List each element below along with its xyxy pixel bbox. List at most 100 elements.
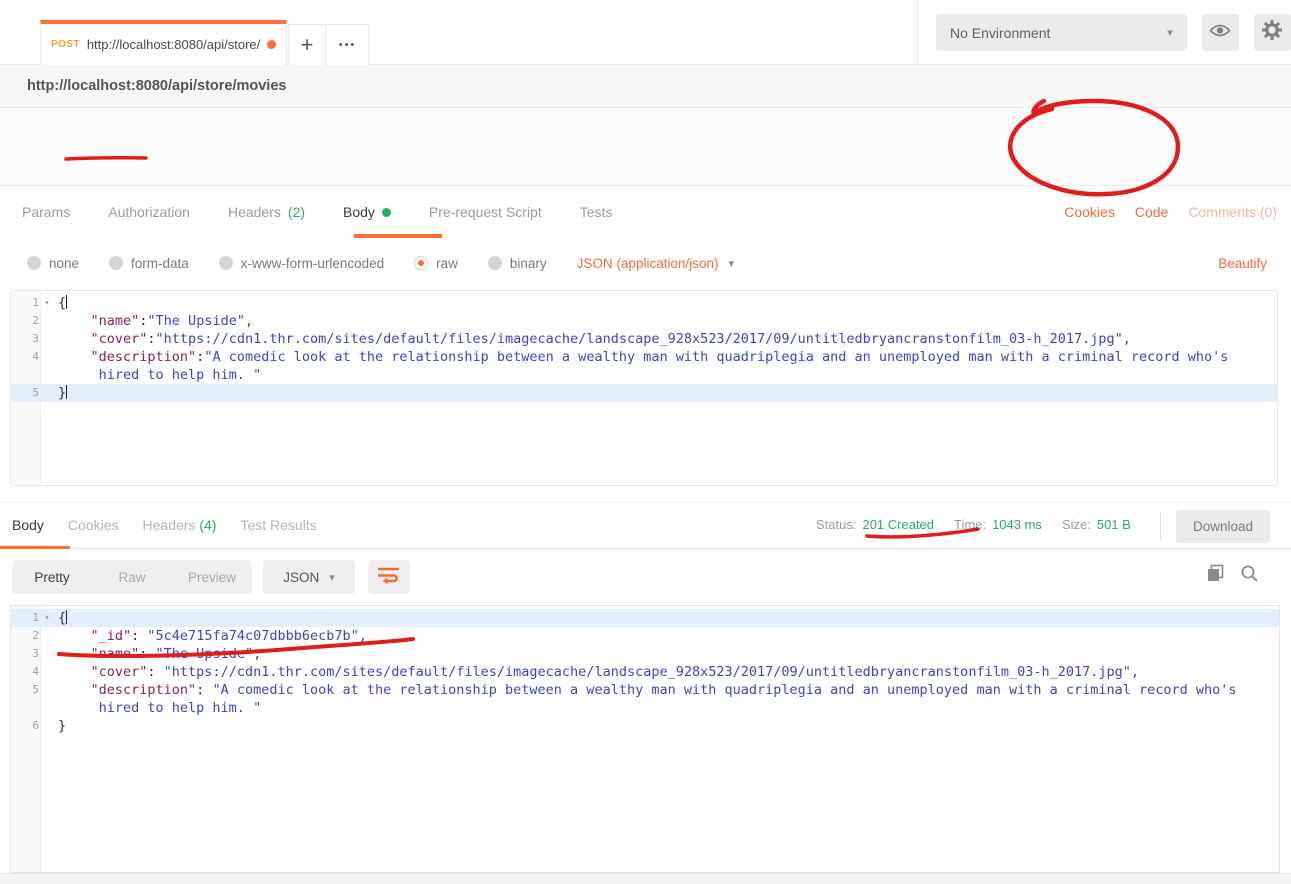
radio-raw-icon[interactable] (414, 256, 428, 270)
resp-headers-count-badge: (4) (199, 517, 216, 533)
unsaved-dot-icon (267, 40, 276, 49)
chevron-down-icon: ▾ (329, 571, 335, 584)
radio-binary-icon[interactable] (488, 256, 502, 270)
request-title-row: http://localhost:8080/api/store/movies (0, 65, 1291, 108)
response-status-bar: Status: 201 Created Time: 1043 ms Size: … (816, 503, 1131, 546)
tab-authorization[interactable]: Authorization (108, 204, 190, 220)
mode-none[interactable]: none (27, 256, 79, 271)
resp-headers-label: Headers (143, 517, 196, 533)
tab-body-label: Body (343, 204, 375, 220)
code-line-4-wrap: hired to help him. " (11, 366, 1277, 384)
mode-form-data[interactable]: form-data (109, 256, 189, 271)
response-format-label: JSON (283, 570, 319, 585)
horizontal-scrollbar[interactable] (0, 873, 1291, 884)
settings-button[interactable] (1254, 14, 1291, 51)
body-filled-dot-icon (382, 208, 391, 217)
mode-form-data-label: form-data (131, 256, 189, 271)
code-line-5-wrap: hired to help him. " (11, 699, 1279, 717)
resp-tab-cookies[interactable]: Cookies (68, 517, 119, 533)
tab-body[interactable]: Body (343, 204, 391, 220)
search-icon (1240, 570, 1259, 587)
request-links: Cookies Code Comments (0) (1064, 186, 1277, 238)
response-toolbar: Pretty Raw Preview JSON ▾ (0, 549, 1291, 605)
request-body-editor[interactable]: 1▾{2 "name":"The Upside",3 "cover":"http… (10, 290, 1278, 486)
mode-binary-label: binary (510, 256, 547, 271)
code-line-3: 3 "cover":"https://cdn1.thr.com/sites/de… (11, 330, 1277, 348)
status-value: 201 Created (862, 517, 934, 532)
gear-icon (1261, 19, 1283, 46)
search-response-button[interactable] (1240, 564, 1259, 588)
new-tab-button[interactable]: + (288, 24, 326, 65)
view-pretty[interactable]: Pretty (12, 570, 92, 585)
body-mode-row: none form-data x-www-form-urlencoded raw… (0, 238, 1291, 288)
response-meta-row: Body Cookies Headers (4) Test Results St… (0, 502, 1291, 549)
environment-select[interactable]: No Environment ▾ (936, 14, 1187, 51)
resp-tab-body[interactable]: Body (12, 517, 44, 533)
mode-raw-label: raw (436, 256, 458, 271)
mode-urlencoded[interactable]: x-www-form-urlencoded (219, 256, 384, 271)
mode-none-label: none (49, 256, 79, 271)
copy-response-button[interactable] (1206, 564, 1225, 588)
postman-app: POST http://localhost:8080/api/store/ + … (0, 0, 1291, 884)
code-line-1: 1▾{ (11, 609, 1279, 627)
environment-label: No Environment (950, 25, 1050, 41)
resp-tab-headers[interactable]: Headers (4) (143, 517, 217, 533)
chevron-down-icon: ▾ (728, 257, 734, 270)
headers-count-badge: (2) (288, 204, 305, 220)
status-label: Status: (816, 517, 856, 532)
request-tab[interactable]: POST http://localhost:8080/api/store/ (40, 20, 287, 65)
tab-url-label: http://localhost:8080/api/store/ (87, 37, 260, 52)
divider (1160, 512, 1161, 540)
code-line-2: 2 "name":"The Upside", (11, 312, 1277, 330)
tab-strip: POST http://localhost:8080/api/store/ + … (0, 0, 1291, 65)
tab-params[interactable]: Params (22, 204, 70, 220)
chevron-down-icon: ▾ (1167, 26, 1173, 39)
response-format-select[interactable]: JSON ▾ (263, 560, 355, 594)
tab-prerequest-script[interactable]: Pre-request Script (429, 204, 542, 220)
mode-urlencoded-label: x-www-form-urlencoded (241, 256, 384, 271)
code-line-1: 1▾{ (11, 294, 1277, 312)
request-tabs: Params Authorization Headers (2) Body Pr… (0, 186, 1291, 238)
time-value: 1043 ms (992, 517, 1042, 532)
code-line-5: 5 "description": "A comedic look at the … (11, 681, 1279, 699)
radio-none-icon[interactable] (27, 256, 41, 270)
wrap-text-button[interactable] (368, 560, 410, 594)
radio-urlencoded-icon[interactable] (219, 256, 233, 270)
comments-link[interactable]: Comments (0) (1188, 204, 1277, 220)
response-tabs: Body Cookies Headers (4) Test Results (12, 503, 317, 546)
time-label: Time: (954, 517, 986, 532)
tab-headers-label: Headers (228, 204, 281, 220)
beautify-link[interactable]: Beautify (1218, 256, 1267, 271)
url-builder-row: POST ▾ http://localhost:8080/api/store/m… (0, 108, 1291, 186)
download-button[interactable]: Download (1176, 510, 1270, 543)
radio-form-data-icon[interactable] (109, 256, 123, 270)
mode-raw[interactable]: raw (414, 256, 458, 271)
view-raw[interactable]: Raw (92, 570, 172, 585)
code-link[interactable]: Code (1135, 204, 1168, 220)
tab-method-label: POST (51, 39, 80, 50)
code-line-6: 6} (11, 717, 1279, 735)
view-preview[interactable]: Preview (172, 570, 252, 585)
cookies-link[interactable]: Cookies (1064, 204, 1115, 220)
size-label: Size: (1062, 517, 1091, 532)
size-value: 501 B (1097, 517, 1131, 532)
eye-icon (1209, 23, 1231, 43)
code-line-2: 2 "_id": "5c4e715fa74c07dbbb6ecb7b", (11, 627, 1279, 645)
environment-panel: No Environment ▾ (917, 0, 1291, 65)
code-line-3: 3 "name": "The Upside", (11, 645, 1279, 663)
response-view-switch: Pretty Raw Preview (12, 560, 252, 594)
content-type-label: JSON (application/json) (577, 256, 719, 271)
copy-icon (1206, 570, 1225, 587)
tab-tests[interactable]: Tests (580, 204, 613, 220)
code-line-5: 5} (11, 384, 1277, 402)
response-body-editor[interactable]: 1▾{2 "_id": "5c4e715fa74c07dbbb6ecb7b",3… (10, 605, 1280, 873)
mode-binary[interactable]: binary (488, 256, 547, 271)
tab-headers[interactable]: Headers (2) (228, 204, 305, 220)
code-line-4: 4 "cover": "https://cdn1.thr.com/sites/d… (11, 663, 1279, 681)
environment-quicklook-button[interactable] (1202, 14, 1239, 51)
content-type-select[interactable]: JSON (application/json) ▾ (577, 256, 734, 271)
wrap-text-icon (378, 566, 400, 589)
tab-options-button[interactable]: ••• (327, 24, 369, 65)
resp-tab-test-results[interactable]: Test Results (240, 517, 316, 533)
code-line-4: 4 "description":"A comedic look at the r… (11, 348, 1277, 366)
